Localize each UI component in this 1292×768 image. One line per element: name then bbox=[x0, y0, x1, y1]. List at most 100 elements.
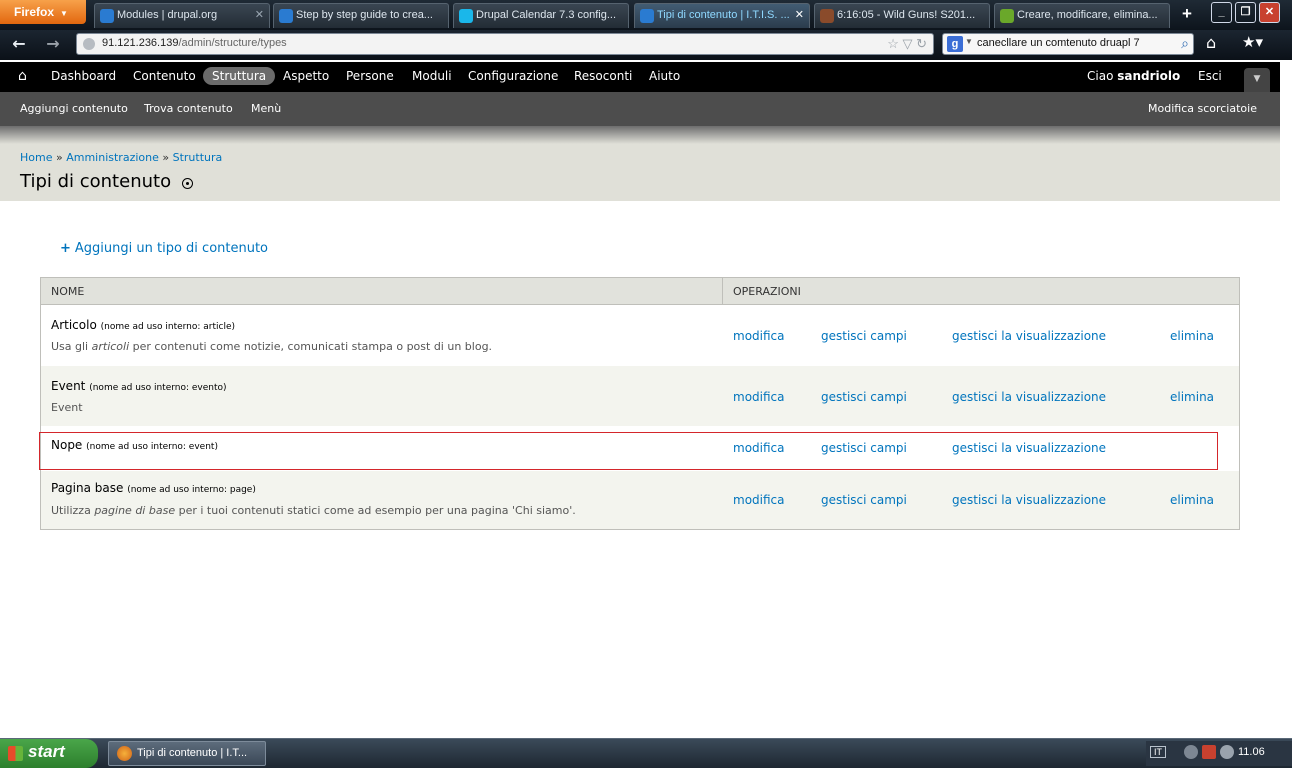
browser-tab[interactable]: 6:16:05 - Wild Guns! S201... bbox=[814, 3, 990, 28]
toolbar-item-dashboard[interactable]: Dashboard bbox=[51, 69, 116, 83]
toolbar-item-aiuto[interactable]: Aiuto bbox=[649, 69, 680, 83]
breadcrumb-amministrazione[interactable]: Amministrazione bbox=[66, 151, 159, 164]
browser-tab[interactable]: Step by step guide to crea... bbox=[273, 3, 449, 28]
task-label: Tipi di contenuto | I.T... bbox=[137, 747, 248, 759]
delete-link[interactable]: elimina bbox=[1170, 390, 1214, 404]
toolbar-item-moduli[interactable]: Moduli bbox=[412, 69, 452, 83]
search-input[interactable]: g ▼ canecllare un comtenuto druapl 7 ⌕ bbox=[942, 33, 1194, 55]
username-link[interactable]: sandriolo bbox=[1117, 69, 1180, 83]
bookmarks-icon[interactable]: ★▾ bbox=[1242, 33, 1263, 51]
description-text: Event bbox=[51, 401, 83, 414]
toolbar-item-resoconti[interactable]: Resoconti bbox=[574, 69, 632, 83]
window-close-button[interactable]: ✕ bbox=[1259, 2, 1280, 23]
system-tray: IT 11.06 bbox=[1146, 741, 1292, 766]
manage-display-link[interactable]: gestisci la visualizzazione bbox=[952, 329, 1106, 343]
add-shortcut-icon[interactable] bbox=[182, 178, 193, 189]
manage-fields-link[interactable]: gestisci campi bbox=[821, 329, 907, 343]
start-label: start bbox=[28, 742, 65, 761]
type-name: Event (nome ad uso interno: evento) bbox=[51, 379, 227, 393]
toolbar-item-struttura[interactable]: Struttura bbox=[203, 67, 276, 85]
tab-label: Step by step guide to crea... bbox=[296, 9, 433, 21]
greeting-text: Ciao bbox=[1087, 69, 1118, 83]
breadcrumb-struttura[interactable]: Struttura bbox=[173, 151, 223, 164]
logout-link[interactable]: Esci bbox=[1198, 69, 1222, 83]
url-host: 91.121.236.139 bbox=[102, 37, 179, 49]
edit-shortcuts-link[interactable]: Modifica scorciatoie bbox=[1148, 102, 1257, 115]
machine-name: (nome ad uso interno: page) bbox=[127, 485, 256, 495]
toolbar-item-configurazione[interactable]: Configurazione bbox=[468, 69, 558, 83]
toolbar-item-contenuto[interactable]: Contenuto bbox=[133, 69, 196, 83]
page-title: Tipi di contenuto bbox=[20, 171, 172, 192]
type-description: Usa gli articoli per contenuti come noti… bbox=[51, 340, 492, 353]
windows-logo-icon bbox=[8, 746, 23, 761]
globe-icon bbox=[83, 38, 95, 50]
admin-toolbar: ⌂ Dashboard Contenuto Struttura Aspetto … bbox=[0, 62, 1280, 92]
chevron-down-icon[interactable]: ▼ bbox=[965, 37, 973, 46]
language-indicator[interactable]: IT bbox=[1150, 746, 1166, 758]
bookmark-star-icon[interactable]: ☆ ▽ ↻ bbox=[887, 36, 927, 52]
shortcut-add-content[interactable]: Aggiungi contenuto bbox=[20, 102, 128, 115]
type-name: Pagina base (nome ad uso interno: page) bbox=[51, 481, 256, 495]
type-name-text: Event bbox=[51, 379, 86, 393]
type-name-text: Articolo bbox=[51, 318, 97, 332]
toolbar-shadow bbox=[0, 126, 1280, 144]
manage-display-link[interactable]: gestisci la visualizzazione bbox=[952, 390, 1106, 404]
type-description: Utilizza pagine di base per i tuoi conte… bbox=[51, 504, 576, 517]
minimize-button[interactable]: _ bbox=[1211, 2, 1232, 23]
shortcut-find-content[interactable]: Trova contenuto bbox=[144, 102, 233, 115]
new-tab-button[interactable]: + bbox=[1176, 4, 1198, 26]
manage-fields-link[interactable]: gestisci campi bbox=[821, 390, 907, 404]
home-icon[interactable]: ⌂ bbox=[1206, 33, 1216, 52]
close-icon[interactable]: ✕ bbox=[255, 8, 264, 21]
table-row: Articolo (nome ad uso interno: article) … bbox=[41, 306, 1239, 366]
table-header: Nome Operazioni bbox=[41, 278, 1239, 305]
add-content-type-link[interactable]: + Aggiungi un tipo di contenuto bbox=[60, 241, 268, 256]
forward-arrow-icon[interactable]: → bbox=[42, 34, 64, 56]
header-divider bbox=[722, 278, 723, 305]
manage-fields-link[interactable]: gestisci campi bbox=[821, 493, 907, 507]
description-text: per i tuoi contenuti statici come ad ese… bbox=[175, 504, 576, 517]
plus-icon: + bbox=[60, 241, 71, 256]
type-name-text: Pagina base bbox=[51, 481, 124, 495]
table-row: Pagina base (nome ad uso interno: page) … bbox=[41, 471, 1239, 529]
tab-label: 6:16:05 - Wild Guns! S201... bbox=[837, 9, 976, 21]
shortcuts-bar: Aggiungi contenuto Trova contenuto Menù … bbox=[0, 92, 1280, 126]
taskbar-firefox-window[interactable]: Tipi di contenuto | I.T... bbox=[108, 741, 266, 766]
manage-display-link[interactable]: gestisci la visualizzazione bbox=[952, 493, 1106, 507]
search-icon[interactable]: ⌕ bbox=[1181, 35, 1189, 52]
shortcut-menu[interactable]: Menù bbox=[251, 102, 281, 115]
breadcrumb-home[interactable]: Home bbox=[20, 151, 52, 164]
tray-app-icon[interactable] bbox=[1202, 745, 1216, 759]
drupal-favicon-icon bbox=[640, 9, 654, 23]
toolbar-item-aspetto[interactable]: Aspetto bbox=[283, 69, 329, 83]
description-emphasis: articoli bbox=[91, 340, 130, 353]
content-types-table: Nome Operazioni Articolo (nome ad uso in… bbox=[40, 277, 1240, 530]
edit-link[interactable]: modifica bbox=[733, 329, 785, 343]
browser-tab[interactable]: Drupal Calendar 7.3 config... bbox=[453, 3, 629, 28]
firefox-menu-button[interactable]: Firefox ▼ bbox=[0, 0, 86, 24]
edit-link[interactable]: modifica bbox=[733, 493, 785, 507]
description-emphasis: pagine di base bbox=[94, 504, 176, 517]
machine-name: (nome ad uso interno: article) bbox=[100, 322, 236, 332]
type-description: Event bbox=[51, 401, 83, 414]
delete-link[interactable]: elimina bbox=[1170, 329, 1214, 343]
browser-tab[interactable]: Modules | drupal.org ✕ bbox=[94, 3, 270, 28]
close-icon[interactable]: ✕ bbox=[795, 8, 804, 21]
annotation-highlight-box bbox=[39, 432, 1218, 470]
edit-link[interactable]: modifica bbox=[733, 390, 785, 404]
back-arrow-icon[interactable]: ← bbox=[8, 34, 30, 56]
browser-tab-active[interactable]: Tipi di contenuto | I.T.I.S. ... ✕ bbox=[634, 3, 810, 28]
tray-network-icon[interactable] bbox=[1220, 745, 1234, 759]
tray-expand-icon[interactable] bbox=[1184, 745, 1198, 759]
restore-button[interactable]: ❐ bbox=[1235, 2, 1256, 23]
delete-link[interactable]: elimina bbox=[1170, 493, 1214, 507]
firefox-menu-label: Firefox bbox=[14, 5, 55, 19]
start-button[interactable]: start bbox=[0, 739, 98, 768]
firefox-icon bbox=[117, 746, 132, 761]
toolbar-item-persone[interactable]: Persone bbox=[346, 69, 394, 83]
toolbar-drawer-toggle[interactable]: ▼ bbox=[1244, 68, 1270, 92]
url-bar[interactable]: 91.121.236.139/admin/structure/types ☆ ▽… bbox=[76, 33, 934, 55]
description-text: Usa gli bbox=[51, 340, 92, 353]
home-icon[interactable]: ⌂ bbox=[18, 68, 27, 84]
browser-tab[interactable]: Creare, modificare, elimina... bbox=[994, 3, 1170, 28]
